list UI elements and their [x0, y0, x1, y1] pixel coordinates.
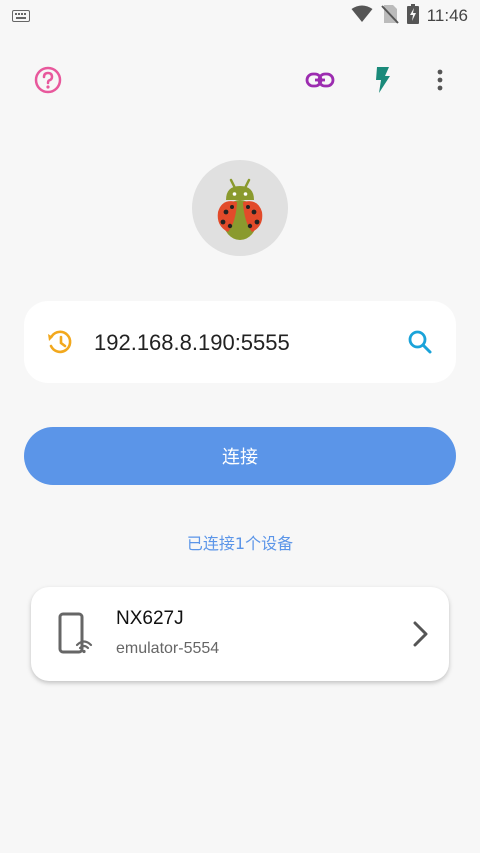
status-bar: 11:46 [0, 0, 480, 32]
wifi-icon [351, 5, 373, 27]
link-icon[interactable] [304, 64, 336, 96]
help-icon[interactable] [32, 64, 64, 96]
flash-icon[interactable] [367, 64, 399, 96]
keyboard-icon [12, 7, 30, 26]
wireless-phone-icon [57, 611, 95, 657]
address-input[interactable] [92, 325, 396, 361]
chevron-right-icon [411, 619, 431, 649]
battery-charging-icon [406, 4, 419, 28]
device-card[interactable]: NX627J emulator-5554 [31, 587, 449, 681]
ladybug-android-logo [217, 178, 263, 240]
no-signal-icon [380, 4, 399, 28]
device-serial: emulator-5554 [116, 640, 220, 657]
status-time: 11:46 [426, 6, 468, 25]
device-name: NX627J [116, 608, 184, 629]
connected-devices-link[interactable]: 已连接1个设备 [0, 530, 480, 554]
app-logo [192, 160, 288, 256]
more-options-icon[interactable] [424, 64, 456, 96]
search-icon[interactable] [406, 328, 434, 356]
connect-button-label: 连接 [222, 447, 258, 468]
toolbar [0, 58, 480, 102]
address-card [24, 301, 456, 383]
connect-button[interactable]: 连接 [24, 427, 456, 485]
history-icon[interactable] [46, 328, 74, 356]
